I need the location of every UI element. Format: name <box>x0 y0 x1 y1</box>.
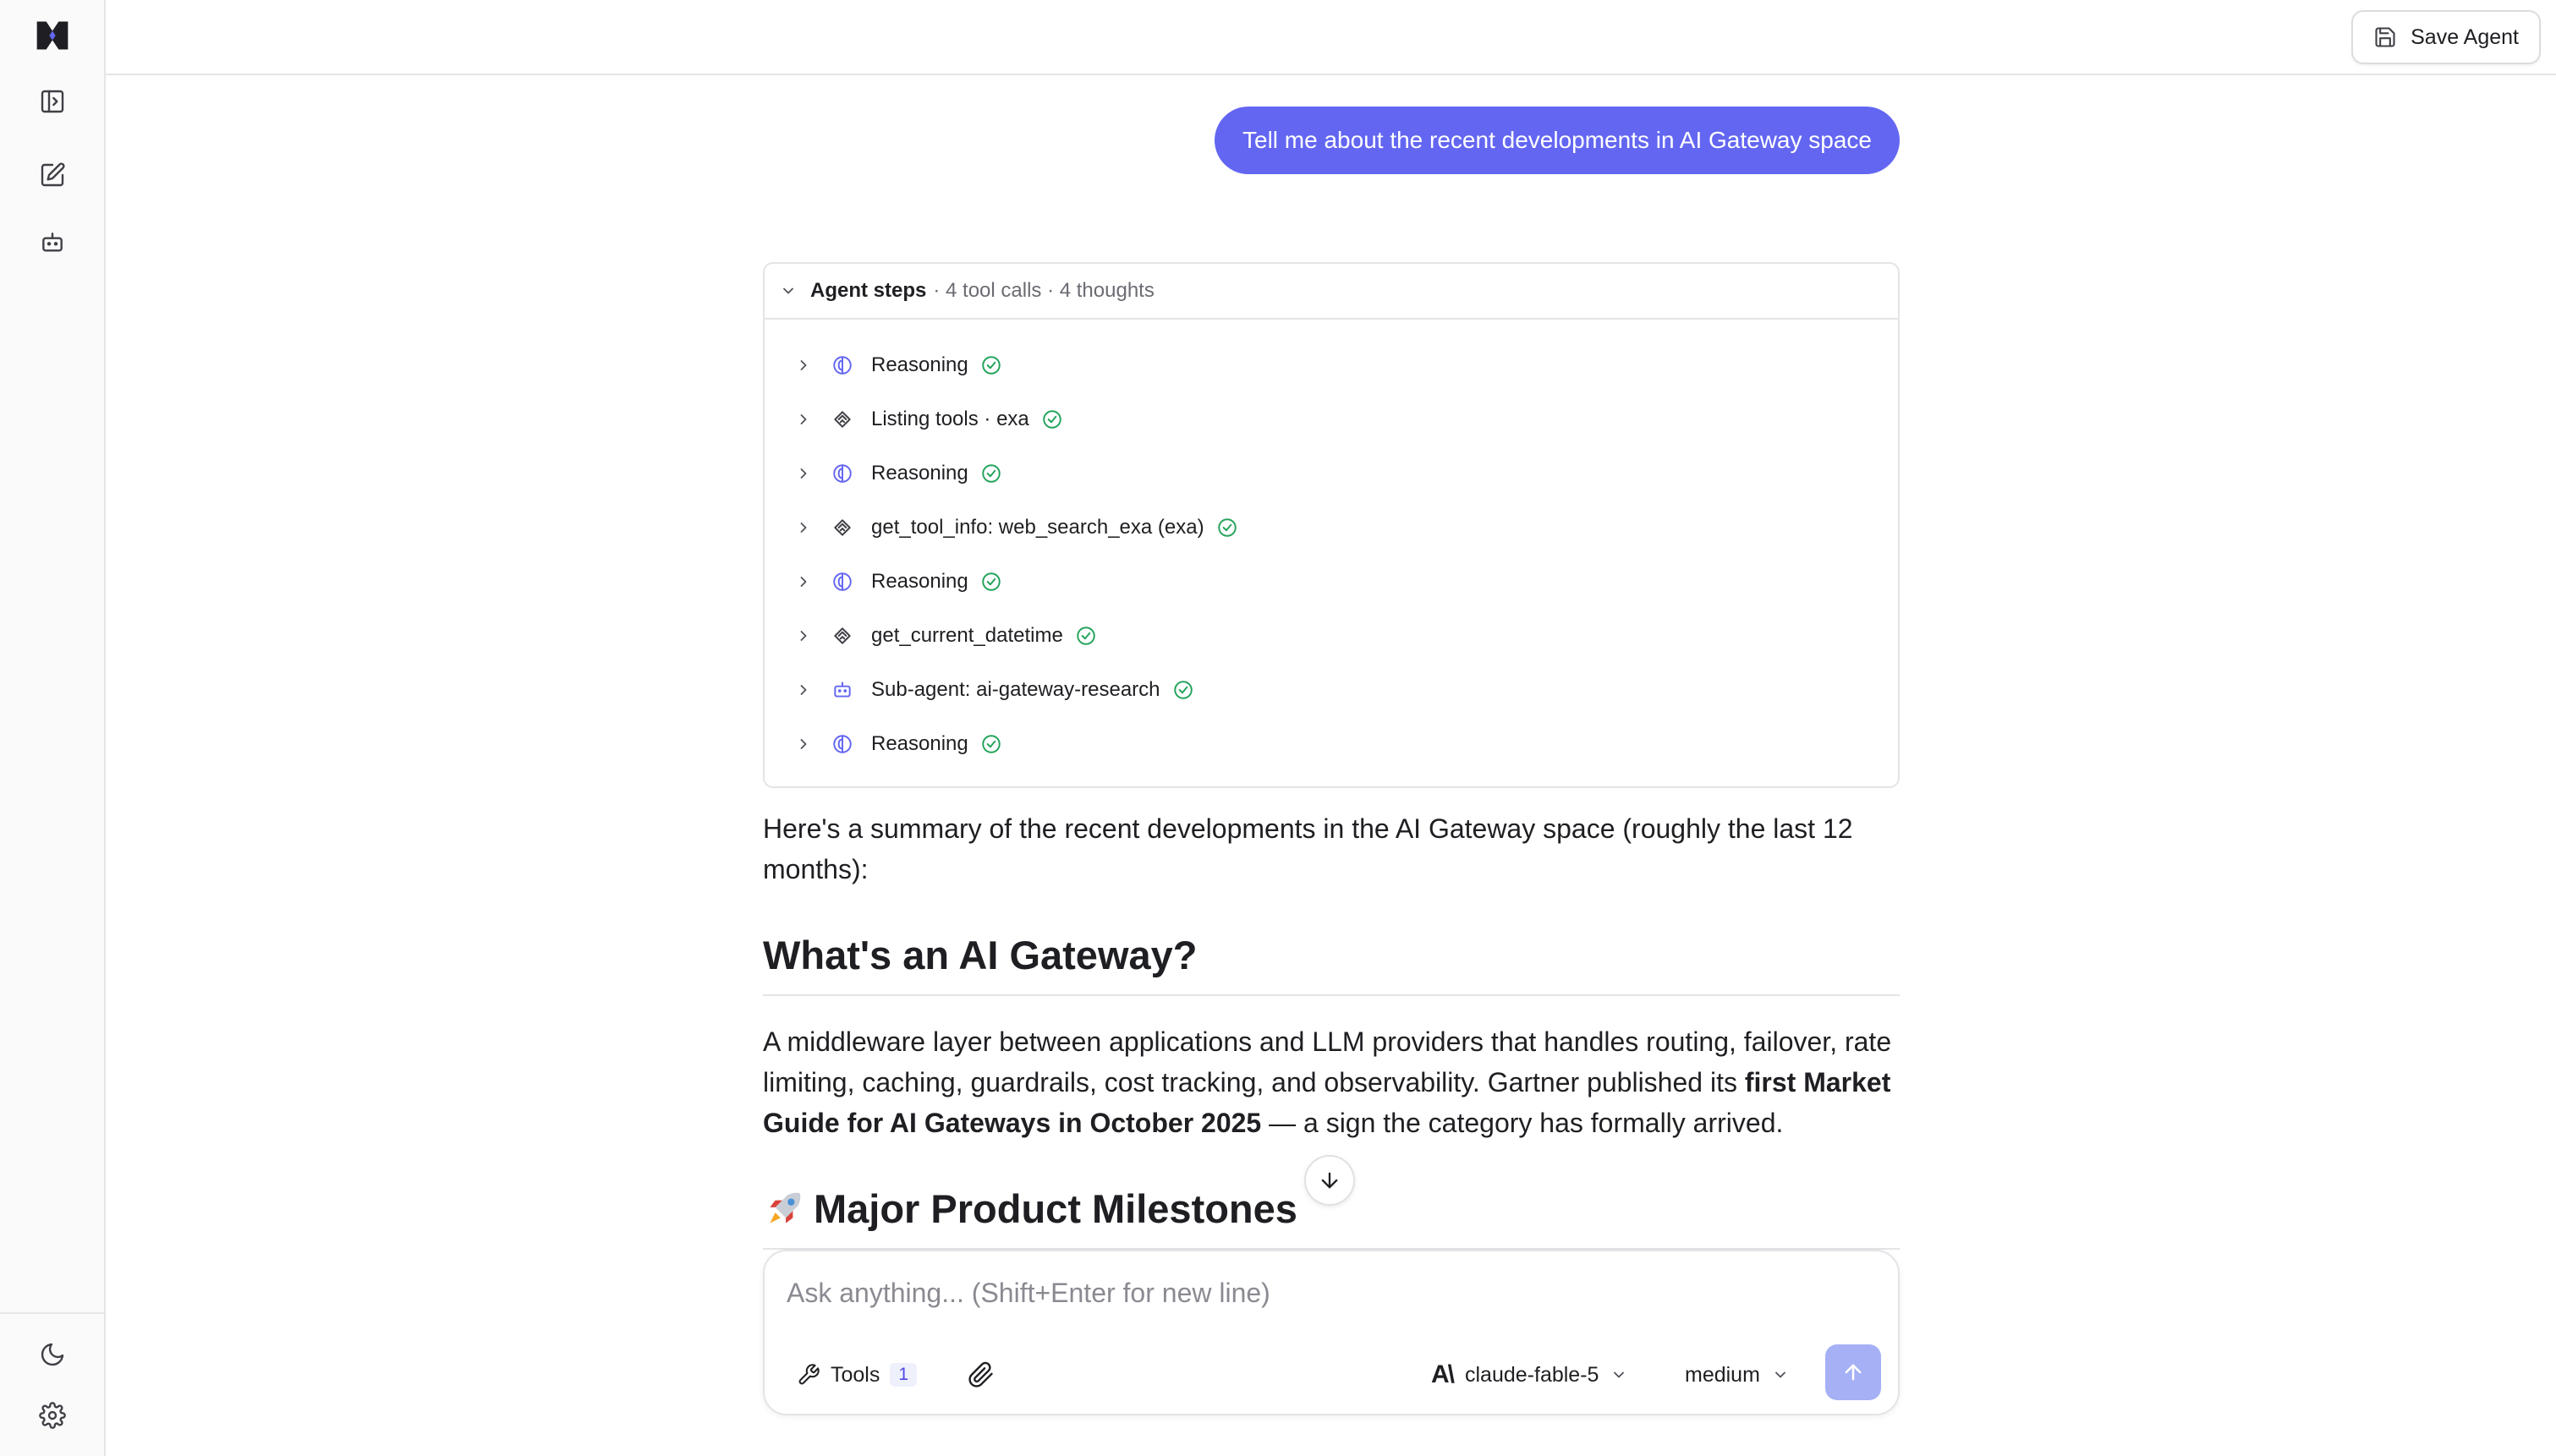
scroll-to-bottom-button[interactable] <box>1304 1155 1355 1206</box>
effort-selector[interactable]: medium <box>1685 1355 1789 1395</box>
agent-step-label: Listing tools · exa <box>871 408 1029 430</box>
chevron-right-icon <box>800 631 807 641</box>
save-icon <box>2375 27 2395 47</box>
model-selector[interactable]: A\ claude-fable-5 <box>1431 1355 1627 1395</box>
agent-steps-meta: · 4 tool calls · 4 thoughts <box>933 279 1155 302</box>
chevron-right-icon <box>800 523 807 533</box>
tools-label: Tools <box>831 1362 880 1387</box>
agent-steps-panel: Agent steps · 4 tool calls · 4 thoughts … <box>763 262 1900 788</box>
chevron-down-icon <box>1614 1371 1625 1378</box>
check-circle-icon <box>1077 627 1095 645</box>
chat-input[interactable] <box>785 1270 1879 1316</box>
effort-value: medium <box>1685 1362 1760 1387</box>
wrench-icon <box>798 1364 820 1385</box>
agent-step-row[interactable]: Sub-agent: ai-gateway-research <box>765 663 1898 717</box>
tools-count-badge: 1 <box>890 1363 918 1387</box>
settings-gear-icon[interactable] <box>32 1395 73 1436</box>
response-intro: Here's a summary of the recent developme… <box>763 813 1853 884</box>
chevron-right-icon <box>800 577 807 587</box>
mesh-logo-icon[interactable] <box>32 15 73 56</box>
agent-steps-list: Reasoning Listing tools · exa Reasoning get… <box>765 320 1898 771</box>
sidebar <box>0 0 106 1456</box>
save-agent-label: Save Agent <box>2411 25 2519 49</box>
tools-button[interactable]: Tools 1 <box>797 1355 918 1395</box>
brain-icon <box>831 462 854 485</box>
user-message-bubble: Tell me about the recent developments in… <box>1215 107 1900 174</box>
chevron-right-icon <box>800 414 807 424</box>
heading-what-is-ai-gateway: What's an AI Gateway? <box>763 928 1900 996</box>
agent-step-row[interactable]: Reasoning <box>765 717 1898 771</box>
chevron-right-icon <box>800 739 807 749</box>
chevron-right-icon <box>800 468 807 479</box>
chat-composer: Tools 1 A\ claude-fable-5 medium <box>763 1250 1900 1415</box>
arrow-up-icon <box>1845 1364 1862 1381</box>
agent-step-label: Reasoning <box>871 570 968 593</box>
agent-step-label: get_current_datetime <box>871 624 1063 647</box>
brain-icon <box>831 570 854 594</box>
top-bar: Save Agent <box>106 0 2556 75</box>
agent-step-row[interactable]: Reasoning <box>765 338 1898 392</box>
agent-step-label: Reasoning <box>871 732 968 755</box>
agent-steps-toggle[interactable]: Agent steps · 4 tool calls · 4 thoughts <box>765 264 1898 320</box>
anthropic-logo-icon: A\ <box>1431 1360 1455 1388</box>
check-circle-icon <box>1173 681 1193 699</box>
heading-milestones-text: Major Product Milestones <box>814 1186 1297 1231</box>
save-agent-button[interactable]: Save Agent <box>2351 10 2541 64</box>
paperclip-icon <box>968 1361 993 1388</box>
tool-icon <box>831 624 854 648</box>
tool-icon <box>831 516 854 539</box>
paragraph-text-end: — a sign the category has formally arriv… <box>1261 1108 1784 1138</box>
model-name: claude-fable-5 <box>1465 1362 1599 1387</box>
check-circle-icon <box>982 464 1001 483</box>
bot-icon <box>831 678 854 702</box>
chevron-right-icon <box>800 685 807 695</box>
new-chat-icon[interactable] <box>32 155 73 195</box>
theme-moon-icon[interactable] <box>32 1334 73 1375</box>
agent-step-row[interactable]: get_tool_info: web_search_exa (exa) <box>765 501 1898 555</box>
agent-step-row[interactable]: get_current_datetime <box>765 609 1898 663</box>
paragraph-text: A middleware layer between applications … <box>763 1026 1892 1097</box>
agent-step-label: Reasoning <box>871 462 968 484</box>
agent-step-label: get_tool_info: web_search_exa (exa) <box>871 516 1204 539</box>
agent-steps-title: Agent steps <box>810 279 927 302</box>
check-circle-icon <box>982 735 1001 753</box>
attach-file-button[interactable] <box>961 1355 1001 1395</box>
chevron-down-icon <box>1775 1371 1785 1378</box>
check-circle-icon <box>982 572 1001 591</box>
agent-step-row[interactable]: Reasoning <box>765 446 1898 501</box>
tool-icon <box>831 408 854 431</box>
check-circle-icon <box>1043 410 1061 429</box>
response-paragraph: A middleware layer between applications … <box>763 1021 1900 1143</box>
check-circle-icon <box>982 356 1001 375</box>
send-button[interactable] <box>1825 1344 1881 1400</box>
agent-step-row[interactable]: Reasoning <box>765 555 1898 609</box>
brain-icon <box>831 732 854 756</box>
agent-step-label: Sub-agent: ai-gateway-research <box>871 678 1160 701</box>
chevron-right-icon <box>800 360 807 370</box>
agents-bot-icon[interactable] <box>32 222 73 263</box>
sidebar-toggle-icon[interactable] <box>32 81 73 122</box>
agent-step-label: Reasoning <box>871 353 968 376</box>
agent-step-row[interactable]: Listing tools · exa <box>765 392 1898 446</box>
brain-icon <box>831 353 854 377</box>
rocket-emoji-icon <box>770 1192 801 1223</box>
chevron-down-icon <box>783 287 793 294</box>
arrow-down-icon <box>1321 1172 1338 1189</box>
check-circle-icon <box>1217 518 1237 537</box>
sidebar-divider <box>0 1312 106 1314</box>
